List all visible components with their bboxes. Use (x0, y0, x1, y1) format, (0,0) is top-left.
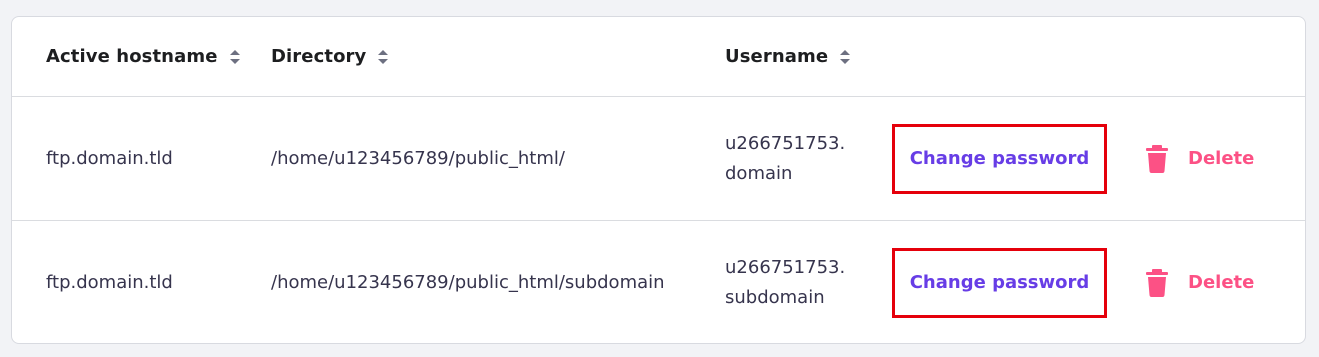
header-label: Directory (271, 46, 367, 67)
sort-icon[interactable] (378, 49, 389, 64)
trash-icon (1146, 268, 1168, 297)
header-active-hostname[interactable]: Active hostname (46, 17, 240, 96)
cell-change-password: Change password (892, 221, 1107, 344)
username-value: u266751753. domain (725, 129, 855, 189)
cell-delete: Delete (1146, 221, 1254, 344)
cell-username: u266751753. domain (725, 97, 855, 220)
delete-label: Delete (1188, 272, 1255, 293)
trash-icon (1146, 144, 1168, 173)
change-password-button[interactable]: Change password (892, 123, 1107, 194)
username-value: u266751753. subdomain (725, 253, 855, 313)
username-line-1: u266751753. (725, 132, 846, 154)
username-line-2: domain (725, 162, 793, 184)
directory-value: /home/u123456789/public_html/ (271, 147, 565, 169)
cell-directory: /home/u123456789/public_html/subdomain (271, 221, 665, 344)
ftp-accounts-table: Active hostname Directory Username ftp.d… (11, 16, 1306, 344)
username-line-1: u266751753. (725, 256, 846, 278)
table-row: ftp.domain.tld /home/u123456789/public_h… (12, 220, 1305, 344)
delete-label: Delete (1188, 148, 1255, 169)
hostname-value: ftp.domain.tld (46, 147, 173, 169)
cell-directory: /home/u123456789/public_html/ (271, 97, 565, 220)
directory-value: /home/u123456789/public_html/subdomain (271, 271, 665, 293)
header-username[interactable]: Username (725, 17, 851, 96)
delete-button[interactable]: Delete (1146, 144, 1255, 173)
sort-icon[interactable] (840, 49, 851, 64)
hostname-value: ftp.domain.tld (46, 271, 173, 293)
cell-delete: Delete (1146, 97, 1254, 220)
header-label: Active hostname (46, 46, 218, 67)
cell-hostname: ftp.domain.tld (46, 221, 173, 344)
header-label: Username (725, 46, 829, 67)
cell-change-password: Change password (892, 97, 1107, 220)
cell-hostname: ftp.domain.tld (46, 97, 173, 220)
username-line-2: subdomain (725, 286, 825, 308)
change-password-button[interactable]: Change password (892, 247, 1107, 318)
table-header: Active hostname Directory Username (12, 17, 1305, 96)
header-directory[interactable]: Directory (271, 17, 389, 96)
delete-button[interactable]: Delete (1146, 268, 1255, 297)
sort-icon[interactable] (229, 49, 240, 64)
cell-username: u266751753. subdomain (725, 221, 855, 344)
table-row: ftp.domain.tld /home/u123456789/public_h… (12, 96, 1305, 220)
